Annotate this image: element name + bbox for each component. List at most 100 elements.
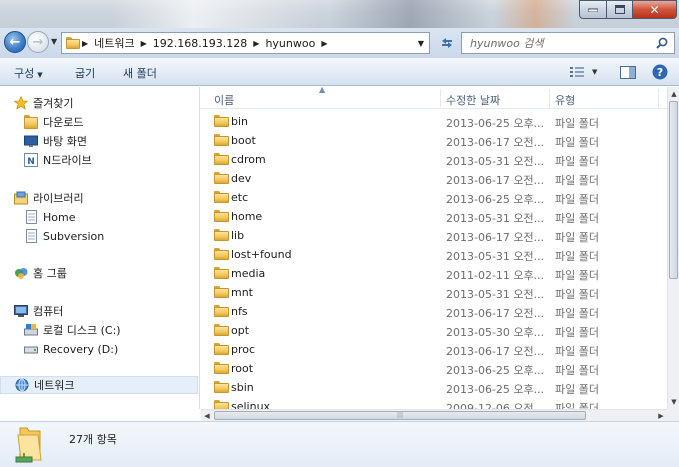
burn-button[interactable]: 굽기 <box>75 65 95 81</box>
horizontal-scrollbar[interactable]: ◀ ||| ▶ <box>201 409 667 421</box>
nav-home[interactable]: Home <box>24 208 222 226</box>
file-row[interactable]: sbin 2013-06-25 오후... 파일 폴더 <box>201 378 667 397</box>
address-bar[interactable]: ▶ 네트워크 ▶ 192.168.193.128 ▶ hyunwoo ▶ ▼ <box>61 32 430 54</box>
file-type: 파일 폴더 <box>555 250 599 263</box>
breadcrumb-folder[interactable]: hyunwoo <box>261 37 319 50</box>
file-row[interactable]: root 2013-06-25 오후... 파일 폴더 <box>201 359 667 378</box>
chevron-down-icon: ▼ <box>37 71 43 79</box>
file-list: ▲ 이름 수정한 날짜 유형 bin 2013-06-25 오후... 파일 폴더 b… <box>201 87 667 409</box>
column-divider[interactable] <box>440 89 441 107</box>
minimize-button[interactable] <box>579 0 607 19</box>
drive-icon <box>24 323 38 337</box>
scroll-up-button[interactable]: ▲ <box>668 87 679 101</box>
file-name: boot <box>231 134 256 147</box>
column-modified[interactable]: 수정한 날짜 <box>446 92 500 108</box>
search-icon[interactable] <box>656 37 668 49</box>
chevron-right-icon[interactable]: ▶ <box>251 39 261 48</box>
nav-subversion[interactable]: Subversion <box>24 227 222 245</box>
file-row[interactable]: cdrom 2013-05-31 오전... 파일 폴더 <box>201 150 667 169</box>
folder-icon <box>214 115 229 127</box>
folder-icon <box>214 286 229 298</box>
nav-label: 네트워크 <box>34 379 75 392</box>
refresh-button[interactable] <box>437 33 457 53</box>
nav-computer[interactable]: 컴퓨터 <box>14 302 212 320</box>
help-button[interactable]: ? <box>652 63 668 81</box>
organize-label: 구성 <box>14 67 35 80</box>
nav-label: Recovery (D:) <box>43 342 119 356</box>
scroll-thumb[interactable] <box>669 101 678 279</box>
column-name[interactable]: 이름 <box>214 92 234 108</box>
column-divider[interactable] <box>658 89 659 107</box>
change-view-button[interactable]: ▼ <box>570 63 597 81</box>
file-row[interactable]: bin 2013-06-25 오후... 파일 폴더 <box>201 112 667 131</box>
forward-button[interactable]: → <box>27 31 49 53</box>
document-library-icon <box>24 229 38 243</box>
scroll-thumb[interactable]: ||| <box>214 411 586 420</box>
file-type: 파일 폴더 <box>555 193 599 206</box>
organize-button[interactable]: 구성 ▼ <box>14 65 43 81</box>
scroll-down-button[interactable]: ▼ <box>668 395 679 409</box>
file-row[interactable]: etc 2013-06-25 오후... 파일 폴더 <box>201 188 667 207</box>
background-blur <box>110 0 320 28</box>
file-date: 2013-06-25 오후... <box>446 383 545 396</box>
title-bar: ✕ <box>0 0 679 28</box>
file-type: 파일 폴더 <box>555 231 599 244</box>
chevron-down-icon: ▼ <box>417 38 425 48</box>
chevron-right-icon[interactable]: ▶ <box>80 39 90 48</box>
file-row[interactable]: dev 2013-06-17 오전... 파일 폴더 <box>201 169 667 188</box>
nav-desktop[interactable]: 바탕 화면 <box>24 132 222 150</box>
file-type: 파일 폴더 <box>555 345 599 358</box>
computer-icon <box>14 304 28 318</box>
column-divider[interactable] <box>549 89 550 107</box>
vertical-scrollbar[interactable]: ▲ ▼ <box>667 87 679 409</box>
file-date: 2013-06-17 오전... <box>446 345 545 358</box>
file-row[interactable]: proc 2013-06-17 오전... 파일 폴더 <box>201 340 667 359</box>
chevron-right-icon[interactable]: ▶ <box>139 39 149 48</box>
breadcrumb-host[interactable]: 192.168.193.128 <box>149 37 251 50</box>
nav-favorites[interactable]: 즐겨찾기 <box>13 94 212 112</box>
search-box[interactable] <box>461 32 675 54</box>
background-blur <box>330 0 490 28</box>
chevron-down-icon: ▼ <box>51 37 58 46</box>
nav-ndrive[interactable]: N N드라이브 <box>24 151 222 169</box>
nav-network[interactable]: 네트워크 <box>0 376 198 394</box>
nav-recovery[interactable]: Recovery (D:) <box>24 340 222 358</box>
nav-downloads[interactable]: 다운로드 <box>24 113 222 131</box>
preview-pane-button[interactable] <box>620 63 636 81</box>
file-row[interactable]: lost+found 2013-05-31 오전... 파일 폴더 <box>201 245 667 264</box>
history-dropdown[interactable]: ▼ <box>51 37 57 46</box>
file-row[interactable]: mnt 2013-05-31 오전... 파일 폴더 <box>201 283 667 302</box>
address-dropdown[interactable]: ▼ <box>413 33 429 53</box>
details-pane: 27개 항목 <box>0 421 679 467</box>
svg-text:?: ? <box>657 66 663 79</box>
new-folder-label: 새 폴더 <box>123 67 157 80</box>
maximize-button[interactable] <box>607 0 633 19</box>
file-name: etc <box>231 191 249 204</box>
nav-libraries[interactable]: 라이브러리 <box>14 189 212 207</box>
file-row[interactable]: nfs 2013-06-17 오전... 파일 폴더 <box>201 302 667 321</box>
file-row[interactable]: boot 2013-06-17 오전... 파일 폴더 <box>201 131 667 150</box>
chevron-right-icon[interactable]: ▶ <box>319 39 329 48</box>
nav-homegroup[interactable]: 홈 그룹 <box>14 264 212 282</box>
column-type[interactable]: 유형 <box>555 92 575 108</box>
details-view-icon <box>570 67 584 77</box>
network-icon <box>15 378 29 392</box>
nav-local-disk[interactable]: 로컬 디스크 (C:) <box>24 321 222 339</box>
file-type: 파일 폴더 <box>555 383 599 396</box>
scroll-corner <box>667 409 679 421</box>
file-type: 파일 폴더 <box>555 117 599 130</box>
breadcrumb-network[interactable]: 네트워크 <box>90 35 138 51</box>
file-name: selinux <box>231 400 271 409</box>
file-name: dev <box>231 172 252 185</box>
back-button[interactable]: ← <box>4 31 26 53</box>
new-folder-button[interactable]: 새 폴더 <box>123 65 157 81</box>
file-row[interactable]: selinux 2009-12-06 오전... 파일 폴더 <box>201 397 667 409</box>
close-button[interactable]: ✕ <box>633 0 677 19</box>
file-row[interactable]: lib 2013-06-17 오전... 파일 폴더 <box>201 226 667 245</box>
file-row[interactable]: media 2011-02-11 오후... 파일 폴더 <box>201 264 667 283</box>
file-type: 파일 폴더 <box>555 307 599 320</box>
file-row[interactable]: home 2013-05-31 오전... 파일 폴더 <box>201 207 667 226</box>
search-input[interactable] <box>470 36 650 50</box>
document-library-icon <box>24 210 38 224</box>
file-row[interactable]: opt 2013-05-30 오후... 파일 폴더 <box>201 321 667 340</box>
